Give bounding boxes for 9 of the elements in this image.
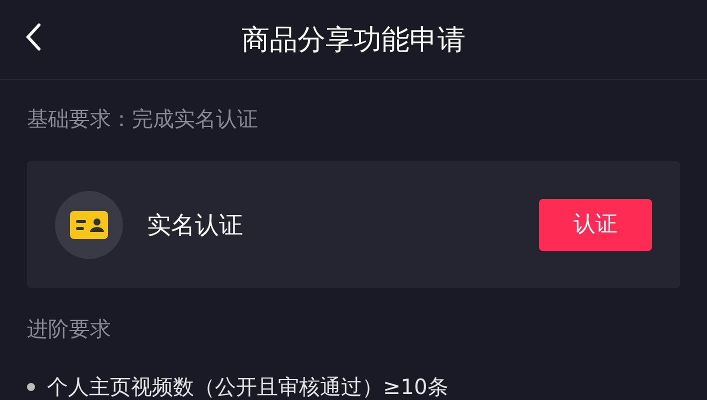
advanced-requirement-title: 进阶要求 bbox=[27, 317, 111, 341]
back-icon bbox=[24, 22, 42, 52]
page-title: 商品分享功能申请 bbox=[242, 22, 466, 58]
back-button[interactable] bbox=[24, 22, 42, 52]
verification-label: 实名认证 bbox=[147, 210, 243, 240]
basic-requirement-text: 基础要求：完成实名认证 bbox=[27, 107, 258, 131]
bullet-icon bbox=[27, 383, 35, 392]
requirement-item: 个人主页视频数（公开且审核通过）≥10条 bbox=[47, 374, 448, 400]
verify-button[interactable]: 认证 bbox=[539, 198, 652, 250]
